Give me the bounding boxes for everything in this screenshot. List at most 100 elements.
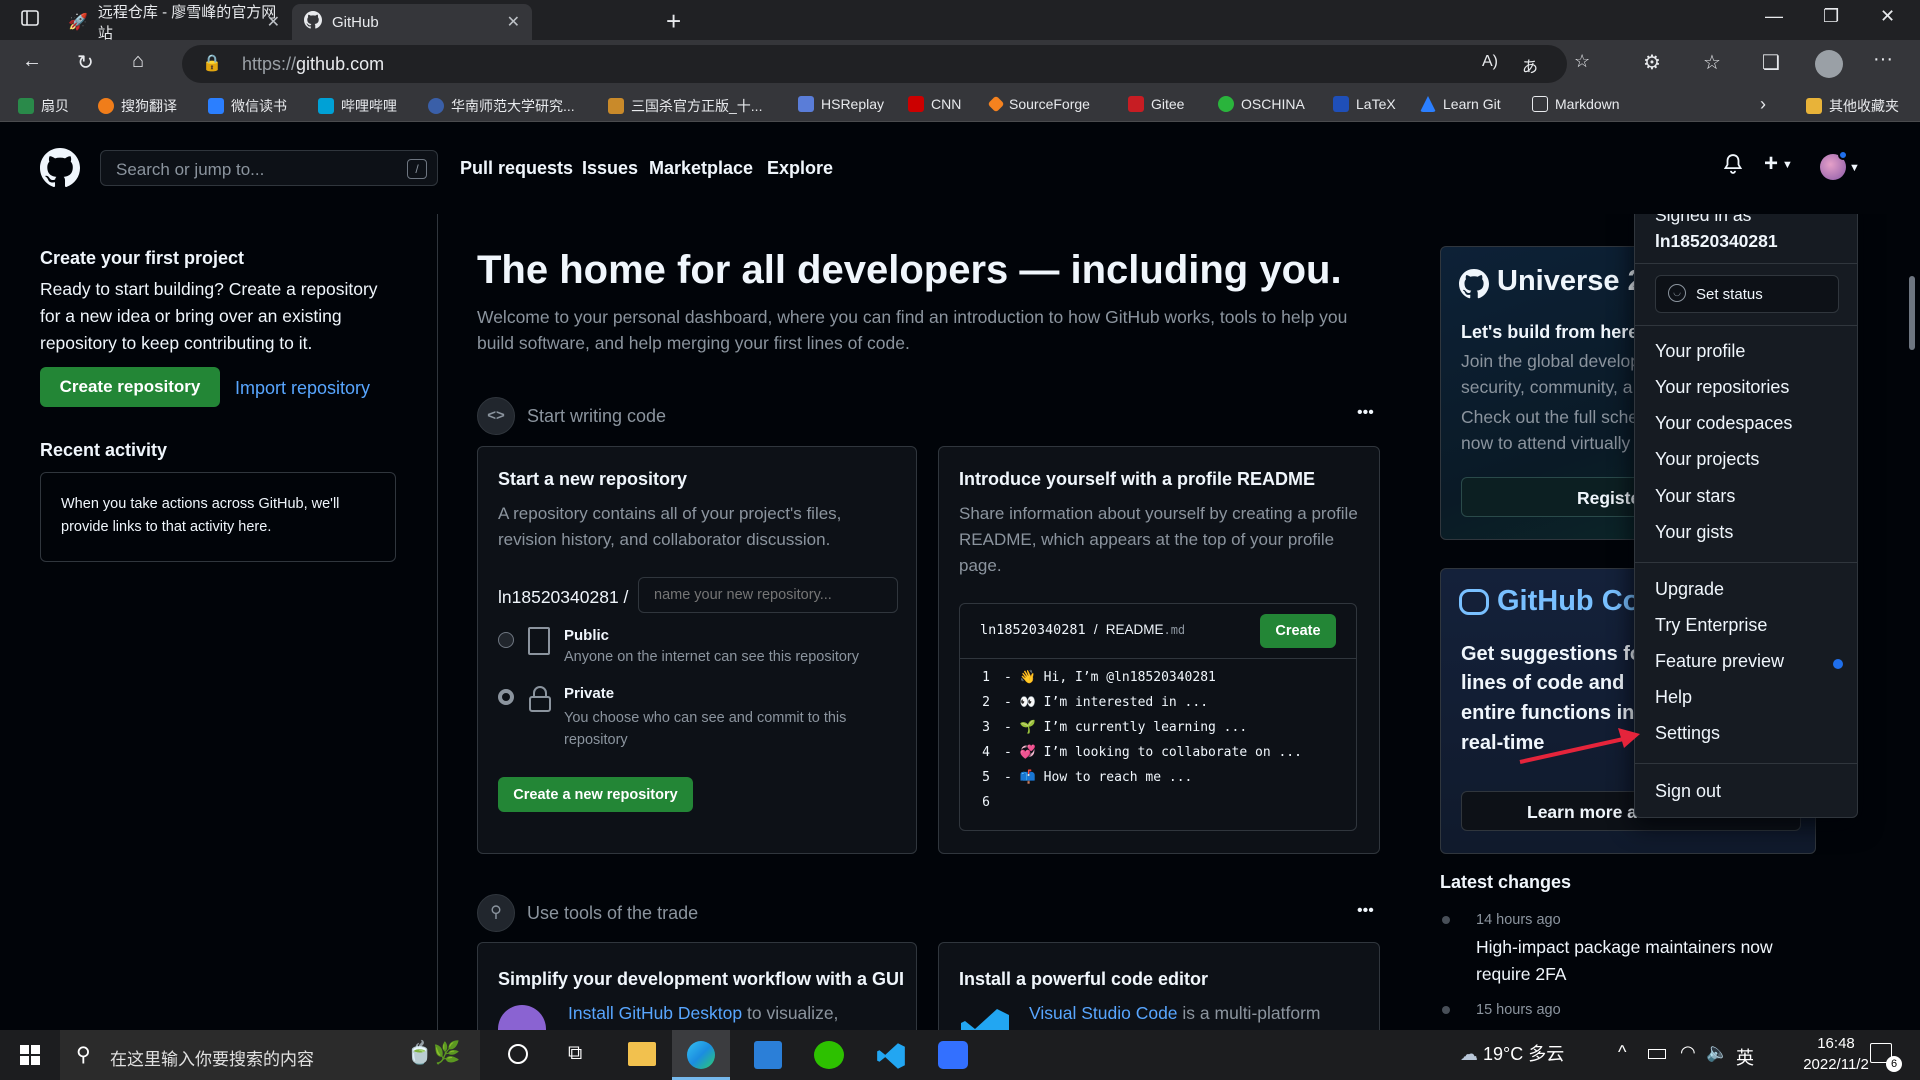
feishu-icon[interactable]: [938, 1041, 968, 1069]
universe-desc-2: security, community, a: [1461, 377, 1633, 397]
close-icon[interactable]: ✕: [507, 12, 520, 32]
menu-help[interactable]: Help: [1655, 687, 1692, 708]
menu-upgrade[interactable]: Upgrade: [1655, 579, 1724, 600]
bookmark-item[interactable]: 扇贝: [18, 96, 69, 116]
bookmark-item[interactable]: Markdown: [1532, 96, 1620, 112]
github-logo-icon[interactable]: [40, 148, 80, 193]
nav-explore[interactable]: Explore: [767, 158, 833, 179]
recent-activity-empty: When you take actions across GitHub, we'…: [61, 496, 340, 535]
menu-sign-out[interactable]: Sign out: [1655, 781, 1721, 802]
nav-pull-requests[interactable]: Pull requests: [460, 158, 573, 179]
bookmark-item[interactable]: Learn Git: [1420, 96, 1501, 112]
windows-start-icon[interactable]: [20, 1045, 40, 1070]
wechat-icon[interactable]: [814, 1041, 844, 1069]
search-input[interactable]: Search or jump to... /: [100, 150, 438, 186]
scrollbar-thumb[interactable]: [1909, 276, 1915, 350]
translate-icon[interactable]: あ: [1522, 53, 1538, 77]
bookmark-item[interactable]: 搜狗翻译: [98, 96, 177, 116]
bookmark-item[interactable]: OSCHINA: [1218, 96, 1305, 112]
favorites-icon[interactable]: ☆: [1703, 50, 1721, 75]
bell-icon[interactable]: [1722, 152, 1744, 181]
bookmark-icon: [987, 95, 1005, 113]
vscode-taskbar-icon[interactable]: [876, 1041, 906, 1076]
menu-your-repositories[interactable]: Your repositories: [1655, 377, 1789, 398]
new-tab-icon[interactable]: +: [666, 6, 681, 37]
menu-settings[interactable]: Settings: [1655, 723, 1720, 744]
minimize-icon[interactable]: —: [1765, 6, 1783, 27]
create-repository-button[interactable]: Create repository: [40, 367, 220, 407]
volume-icon[interactable]: 🔈: [1706, 1042, 1728, 1063]
refresh-icon[interactable]: ↻: [77, 50, 94, 75]
menu-your-projects[interactable]: Your projects: [1655, 449, 1759, 470]
kebab-menu-icon[interactable]: •••: [1357, 404, 1374, 422]
card-title: Install a powerful code editor: [959, 969, 1209, 989]
bookmark-item[interactable]: 三国杀官方正版_十...: [608, 96, 762, 116]
visual-studio-code-link[interactable]: Visual Studio Code: [1029, 1003, 1178, 1023]
tab-liaoxuefeng[interactable]: 🚀 远程仓库 - 廖雪峰的官方网站 ✕: [56, 4, 292, 42]
repo-name-input[interactable]: [638, 577, 898, 613]
bookmark-item[interactable]: HSReplay: [798, 96, 884, 112]
home-icon[interactable]: ⌂: [132, 50, 144, 73]
page-scrollbar[interactable]: [1904, 214, 1920, 1030]
github-icon: [1459, 269, 1489, 304]
edge-icon[interactable]: [672, 1030, 730, 1080]
read-aloud-icon[interactable]: A): [1482, 53, 1498, 71]
menu-your-profile[interactable]: Your profile: [1655, 341, 1745, 362]
set-status-button[interactable]: ◡ Set status: [1655, 275, 1839, 313]
menu-try-enterprise[interactable]: Try Enterprise: [1655, 615, 1767, 636]
kebab-menu-icon[interactable]: •••: [1357, 902, 1374, 920]
bookmark-item[interactable]: LaTeX: [1333, 96, 1396, 112]
url-bar[interactable]: 🔒 https://github.com A) あ ☆: [182, 45, 1590, 83]
profile-avatar-icon[interactable]: [1815, 50, 1843, 78]
bookmark-item[interactable]: 华南师范大学研究...: [428, 96, 575, 116]
tab-github[interactable]: GitHub ✕: [292, 4, 532, 40]
line-text: - 🌱 I’m currently learning ...: [1004, 720, 1248, 735]
battery-icon[interactable]: [1648, 1049, 1666, 1059]
code-line: 5 - 📫 How to reach me ...: [960, 770, 1192, 785]
extensions-icon[interactable]: ⚙: [1643, 50, 1661, 75]
dictionary-icon[interactable]: [754, 1041, 782, 1069]
menu-your-codespaces[interactable]: Your codespaces: [1655, 413, 1792, 434]
bookmark-folder[interactable]: 其他收藏夹: [1806, 96, 1899, 116]
bookmark-item[interactable]: 哔哩哔哩: [318, 96, 397, 116]
bookmark-item[interactable]: CNN: [908, 96, 961, 112]
tab-actions-icon[interactable]: [18, 8, 42, 32]
task-view-icon[interactable]: ⧉: [568, 1042, 582, 1065]
private-radio[interactable]: [498, 689, 514, 705]
install-github-desktop-link[interactable]: Install GitHub Desktop: [568, 1003, 742, 1023]
taskbar-search[interactable]: ⚲ 在这里输入你要搜索的内容 🍵🌿: [60, 1030, 480, 1080]
file-explorer-icon[interactable]: [628, 1042, 656, 1066]
card-title: Introduce yourself with a profile README: [959, 469, 1316, 489]
user-menu-toggle[interactable]: ▼: [1820, 150, 1860, 180]
ime-indicator[interactable]: 英: [1736, 1044, 1754, 1070]
nav-marketplace[interactable]: Marketplace: [649, 158, 753, 179]
menu-your-stars[interactable]: Your stars: [1655, 486, 1735, 507]
restore-icon[interactable]: ❐: [1823, 6, 1839, 27]
cortana-icon[interactable]: [508, 1044, 528, 1064]
nav-issues[interactable]: Issues: [582, 158, 638, 179]
wifi-icon[interactable]: ◠: [1680, 1042, 1696, 1063]
chevron-up-icon[interactable]: ^: [1618, 1042, 1626, 1063]
add-favorite-icon[interactable]: ☆: [1574, 51, 1590, 72]
weather-widget[interactable]: ☁ 19°C 多云: [1460, 1040, 1564, 1066]
back-icon[interactable]: ←: [22, 50, 42, 73]
create-readme-button[interactable]: Create: [1260, 614, 1336, 648]
chevron-right-icon[interactable]: ›: [1760, 94, 1766, 115]
create-new-repository-button[interactable]: Create a new repository: [498, 777, 693, 812]
collections-icon[interactable]: ❏: [1762, 50, 1780, 75]
line-text: - 💞️ I’m looking to collaborate on ...: [1004, 745, 1302, 760]
menu-your-gists[interactable]: Your gists: [1655, 522, 1733, 543]
signed-in-label: Signed in as: [1655, 214, 1752, 225]
more-icon[interactable]: ···: [1873, 48, 1893, 71]
close-window-icon[interactable]: ✕: [1880, 6, 1895, 27]
public-radio[interactable]: [498, 632, 514, 648]
menu-feature-preview[interactable]: Feature preview: [1655, 651, 1784, 672]
create-new-dropdown[interactable]: + ▼: [1764, 150, 1793, 178]
dashboard-sidebar: Create your first project Ready to start…: [0, 214, 438, 1030]
close-icon[interactable]: ✕: [267, 12, 280, 32]
import-repository-link[interactable]: Import repository: [235, 378, 370, 399]
bookmark-item[interactable]: SourceForge: [987, 95, 1090, 113]
bookmark-item[interactable]: Gitee: [1128, 96, 1184, 112]
bookmark-item[interactable]: 微信读书: [208, 96, 287, 116]
change-link[interactable]: High-impact package maintainers now requ…: [1476, 934, 1806, 988]
